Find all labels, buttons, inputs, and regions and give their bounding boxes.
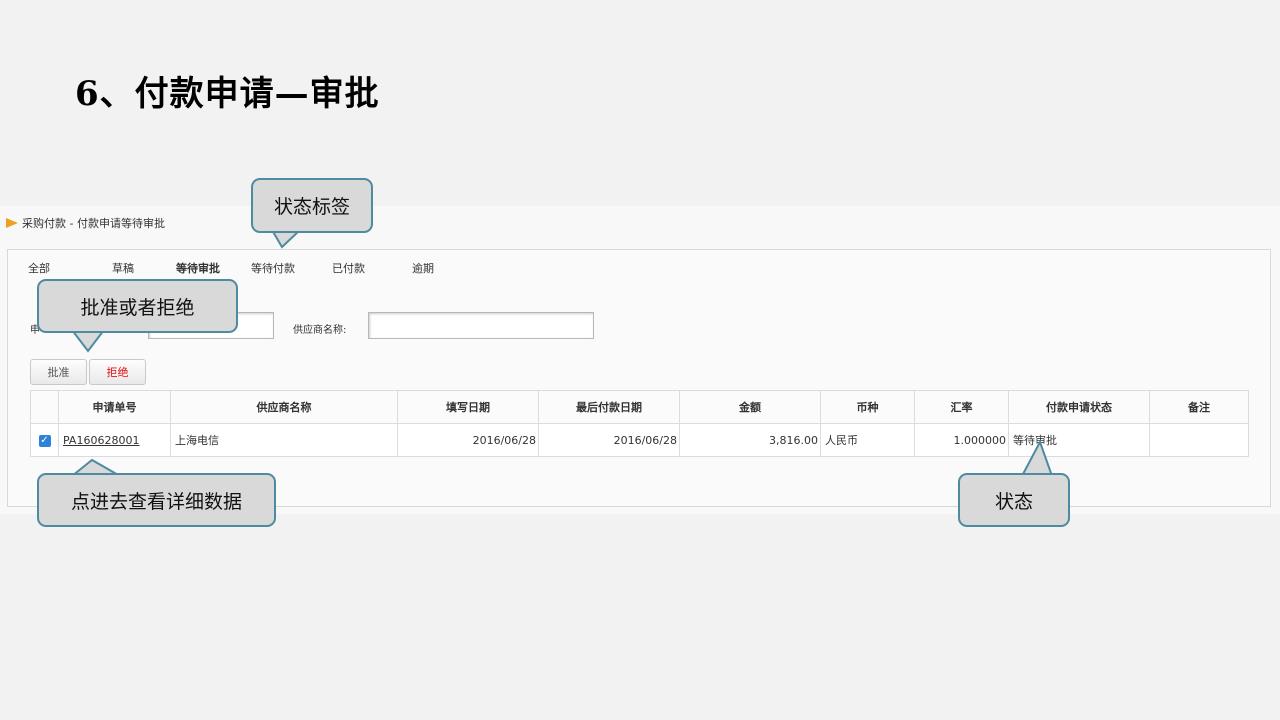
payment-table: 申请单号 供应商名称 填写日期 最后付款日期 金额 币种 汇率 付款申请状态 备… <box>30 390 1249 457</box>
supplier-cell: 上海电信 <box>170 423 398 457</box>
app-screen: 采购付款 - 付款申请等待审批 全部 草稿 等待审批 等待付款 已付款 逾期 申… <box>0 206 1280 514</box>
status-cell: 等待审批 <box>1008 423 1150 457</box>
table-row[interactable]: ✓ PA160628001 上海电信 2016/06/28 2016/06/28… <box>30 423 1249 457</box>
col-apply-no[interactable]: 申请单号 <box>58 390 171 424</box>
approve-button[interactable]: 批准 <box>30 359 87 385</box>
last-pay-date-cell: 2016/06/28 <box>538 423 680 457</box>
row-checkbox-cell[interactable]: ✓ <box>30 423 59 457</box>
currency-cell: 人民币 <box>820 423 915 457</box>
tab-pending-approval[interactable]: 等待审批 <box>176 260 220 276</box>
col-status[interactable]: 付款申请状态 <box>1008 390 1150 424</box>
tab-draft[interactable]: 草稿 <box>112 260 134 276</box>
col-currency[interactable]: 币种 <box>820 390 915 424</box>
tab-pending-payment[interactable]: 等待付款 <box>251 260 295 276</box>
callout-approve-reject: 批准或者拒绝 <box>37 279 238 333</box>
breadcrumb-text: 采购付款 - 付款申请等待审批 <box>22 217 165 230</box>
rate-cell: 1.000000 <box>914 423 1009 457</box>
col-fill-date[interactable]: 填写日期 <box>397 390 539 424</box>
tab-paid[interactable]: 已付款 <box>332 260 365 276</box>
callout-status: 状态 <box>958 473 1070 527</box>
col-last-pay-date[interactable]: 最后付款日期 <box>538 390 680 424</box>
supplier-label: 供应商名称: <box>293 325 347 336</box>
col-amount[interactable]: 金额 <box>679 390 821 424</box>
amount-cell: 3,816.00 <box>679 423 821 457</box>
apply-no-link[interactable]: PA160628001 <box>63 434 139 447</box>
apply-no-cell[interactable]: PA160628001 <box>58 423 171 457</box>
fill-date-cell: 2016/06/28 <box>397 423 539 457</box>
supplier-input[interactable] <box>368 312 594 339</box>
col-rate[interactable]: 汇率 <box>914 390 1009 424</box>
tab-all[interactable]: 全部 <box>28 260 50 276</box>
col-supplier[interactable]: 供应商名称 <box>170 390 398 424</box>
callout-view-detail: 点进去查看详细数据 <box>37 473 276 527</box>
checkbox-checked-icon[interactable]: ✓ <box>38 435 51 447</box>
col-select <box>30 390 59 424</box>
breadcrumb: 采购付款 - 付款申请等待审批 <box>6 215 165 231</box>
tab-overdue[interactable]: 逾期 <box>412 260 434 276</box>
slide-title: 6、付款申请—审批 <box>75 74 380 114</box>
callout-status-tabs: 状态标签 <box>251 178 373 233</box>
reject-button[interactable]: 拒绝 <box>89 359 146 385</box>
remark-cell <box>1149 423 1249 457</box>
col-remark[interactable]: 备注 <box>1149 390 1249 424</box>
arrow-right-icon <box>6 218 18 228</box>
table-header-row: 申请单号 供应商名称 填写日期 最后付款日期 金额 币种 汇率 付款申请状态 备… <box>30 390 1249 424</box>
